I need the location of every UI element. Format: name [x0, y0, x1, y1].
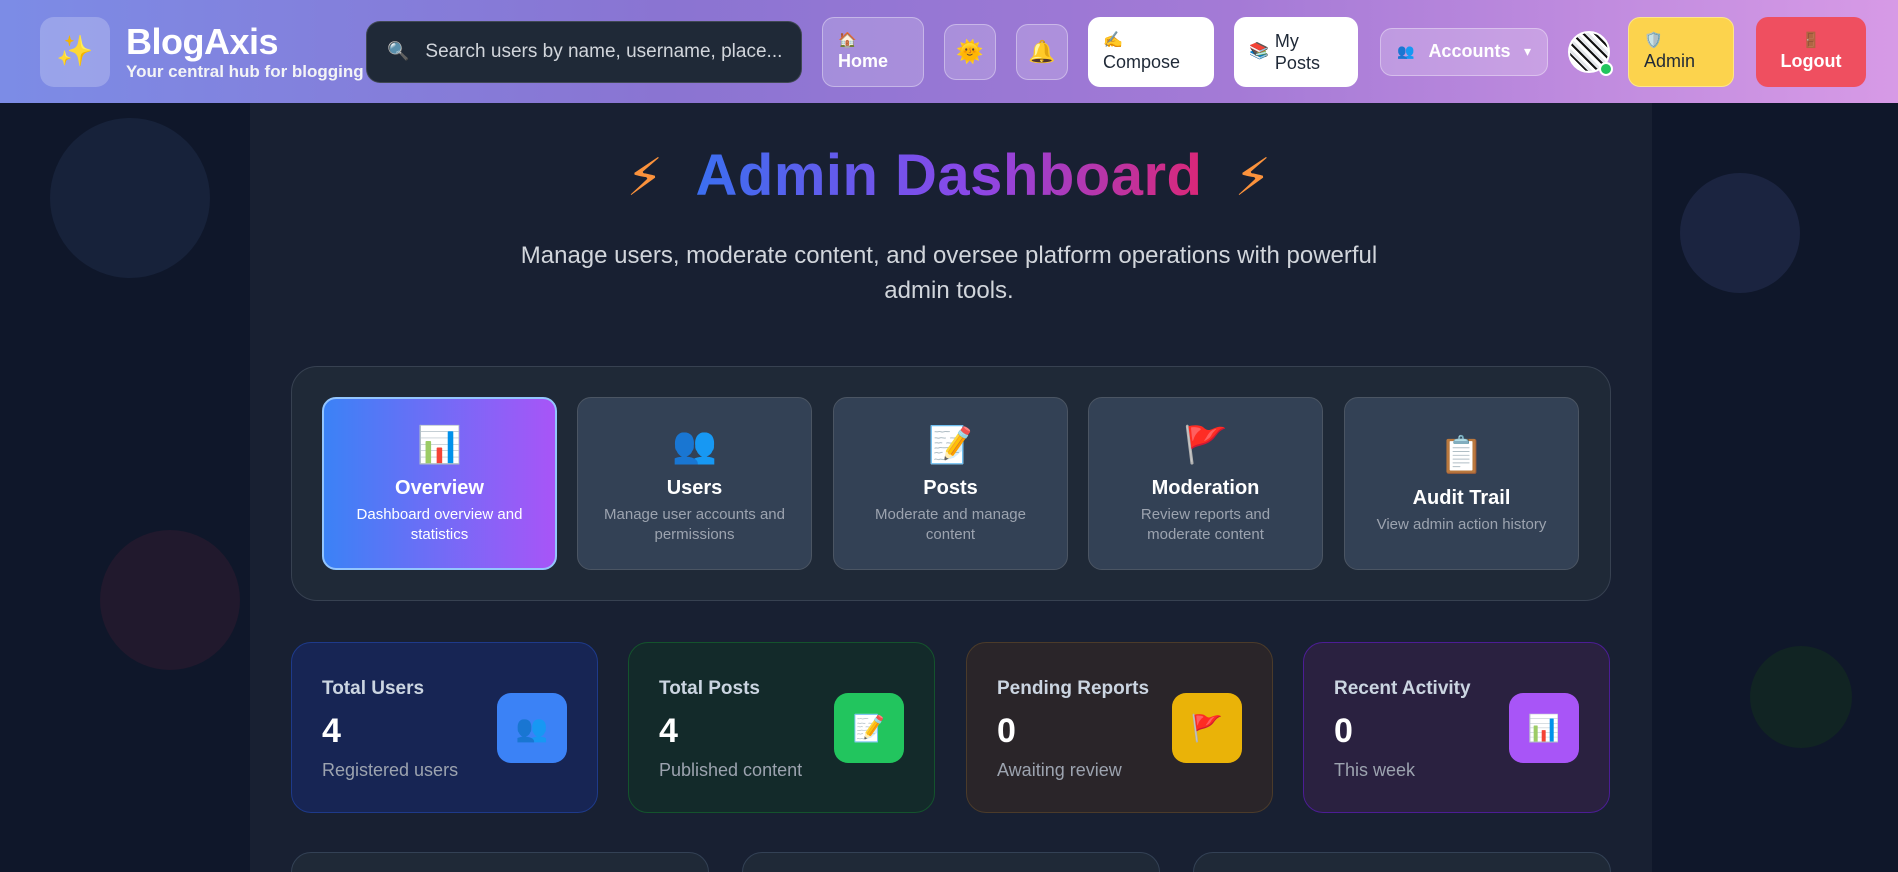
tab-title: Audit Trail — [1412, 486, 1511, 509]
page-subtitle: Manage users, moderate content, and over… — [520, 242, 1378, 304]
my-posts-button[interactable]: 📚 My Posts — [1234, 16, 1358, 87]
content-panel — [291, 852, 709, 872]
admin-label: Admin — [1644, 50, 1696, 71]
tab-audit-trail[interactable]: 📋 Audit Trail View admin action history — [1344, 397, 1579, 570]
stat-subtext: Awaiting review — [997, 760, 1122, 780]
brand-tagline: Your central hub for blogging — [126, 61, 364, 81]
tab-description: Dashboard overview and statistics — [356, 505, 523, 543]
users-icon: 👥 — [672, 423, 717, 465]
document-icon: 📝 — [834, 693, 904, 763]
top-navbar: ✨ BlogAxis Your central hub for blogging… — [0, 0, 1898, 103]
tab-title: Posts — [923, 476, 978, 499]
logout-button[interactable]: 🚪 Logout — [1756, 16, 1866, 87]
online-status-indicator — [1599, 61, 1613, 76]
flag-icon: 🚩 — [1183, 423, 1228, 465]
document-icon: 📝 — [928, 423, 973, 465]
user-avatar-button[interactable] — [1568, 30, 1613, 76]
tab-description: View admin action history — [1376, 515, 1547, 533]
accounts-label: Accounts — [1428, 41, 1511, 61]
search-bar[interactable]: 🔍 — [366, 20, 802, 83]
bar-chart-icon: 📊 — [417, 423, 462, 465]
stat-card-total-posts: Total Posts 4 Published content 📝 — [628, 642, 935, 813]
users-icon: 👥 — [1397, 43, 1415, 59]
compose-button[interactable]: ✍️ Compose — [1088, 16, 1214, 87]
stat-card-pending-reports: Pending Reports 0 Awaiting review 🚩 — [966, 642, 1273, 813]
tab-description: Review reports and moderate content — [1140, 505, 1271, 543]
sparkles-icon: ✨ — [56, 35, 94, 68]
clipboard-icon: 📋 — [1439, 433, 1484, 475]
my-posts-label: My Posts — [1274, 30, 1320, 73]
house-icon: 🏠 — [838, 31, 857, 49]
search-input[interactable] — [425, 40, 781, 63]
writing-hand-icon: ✍️ — [1103, 31, 1123, 49]
theme-toggle-button[interactable]: 🌞 — [944, 23, 996, 80]
flag-icon: 🚩 — [1172, 693, 1242, 763]
tab-title: Users — [666, 476, 723, 499]
stat-card-total-users: Total Users 4 Registered users 👥 — [291, 642, 598, 813]
tab-description: Moderate and manage content — [875, 505, 1026, 543]
logo[interactable]: ✨ — [40, 16, 110, 87]
shield-icon: 🛡️ — [1644, 31, 1663, 49]
tab-moderation[interactable]: 🚩 Moderation Review reports and moderate… — [1088, 397, 1323, 570]
lightning-icon: ⚡ — [626, 149, 664, 207]
accounts-dropdown[interactable]: 👥 Accounts ▾ — [1380, 27, 1548, 76]
users-icon: 👥 — [497, 693, 567, 763]
search-icon: 🔍 — [387, 41, 410, 61]
page-title-text: Admin Dashboard — [695, 143, 1203, 208]
content-panel — [742, 852, 1160, 872]
stat-card-recent-activity: Recent Activity 0 This week 📊 — [1303, 642, 1610, 813]
decorative-circle — [1750, 646, 1852, 748]
content-panel — [1193, 852, 1611, 872]
sun-icon: 🌞 — [956, 38, 984, 64]
home-label: Home — [838, 50, 889, 71]
books-icon: 📚 — [1249, 42, 1269, 60]
tab-title: Moderation — [1151, 476, 1260, 499]
stat-subtext: Registered users — [322, 760, 459, 780]
tab-title: Overview — [395, 476, 484, 499]
brand[interactable]: BlogAxis Your central hub for blogging — [126, 20, 364, 82]
brand-name: BlogAxis — [126, 20, 279, 62]
stat-subtext: This week — [1334, 760, 1416, 780]
stat-subtext: Published content — [659, 760, 803, 780]
lightning-icon: ⚡ — [1234, 149, 1272, 207]
tab-overview[interactable]: 📊 Overview Dashboard overview and statis… — [322, 397, 557, 570]
chevron-down-icon: ▾ — [1523, 43, 1531, 59]
logout-label: Logout — [1780, 50, 1842, 71]
tab-posts[interactable]: 📝 Posts Moderate and manage content — [833, 397, 1068, 570]
tab-description: Manage user accounts and permissions — [604, 505, 785, 543]
door-icon: 🚪 — [1801, 31, 1821, 49]
admin-tabs-panel: 📊 Overview Dashboard overview and statis… — [291, 366, 1611, 601]
decorative-circle — [100, 530, 240, 670]
page-title: ⚡ Admin Dashboard ⚡ — [0, 142, 1898, 209]
notifications-button[interactable]: 🔔 — [1016, 23, 1068, 80]
home-button[interactable]: 🏠 Home — [822, 16, 924, 87]
admin-button[interactable]: 🛡️ Admin — [1628, 16, 1734, 87]
compose-label: Compose — [1103, 51, 1181, 72]
bar-chart-icon: 📊 — [1509, 693, 1579, 763]
bell-icon: 🔔 — [1028, 38, 1056, 64]
tab-users[interactable]: 👥 Users Manage user accounts and permiss… — [577, 397, 812, 570]
